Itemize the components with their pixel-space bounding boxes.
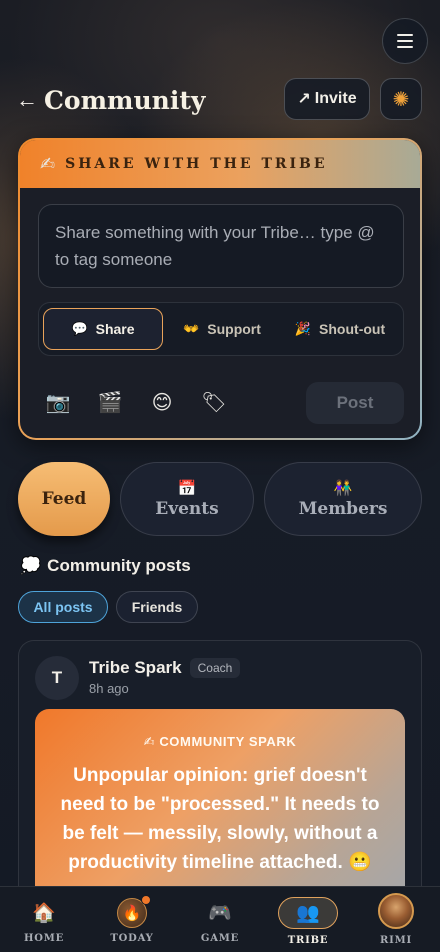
back-arrow-icon[interactable]: ←	[16, 87, 38, 113]
writing-hand-icon: ✍	[143, 734, 156, 749]
post-author: Tribe Spark Coach	[89, 658, 241, 678]
clapperboard-icon[interactable]: 🎬	[94, 386, 126, 418]
speech-bubble-icon: 💬	[71, 321, 88, 336]
filter-all-posts[interactable]: All posts	[18, 591, 108, 623]
share-card-header: ✍ SHARE WITH THE TRIBE	[20, 140, 420, 188]
thought-bubble-icon: 💭	[20, 556, 42, 575]
arrow-up-right-icon: ↗	[297, 91, 311, 108]
mode-support[interactable]: 👐 Support	[163, 308, 281, 350]
tab-feed[interactable]: Feed	[18, 462, 110, 536]
menu-button[interactable]	[382, 18, 428, 64]
rimi-avatar-icon	[378, 893, 414, 929]
sun-icon: ✺	[392, 88, 410, 111]
nav-game[interactable]: 🎮 GAME	[176, 887, 264, 952]
smile-icon[interactable]: 😊	[146, 386, 178, 418]
avatar[interactable]: T	[35, 656, 79, 700]
compose-input[interactable]: Share something with your Tribe… type @ …	[38, 204, 404, 288]
writing-hand-icon: ✍	[40, 153, 56, 174]
nav-home[interactable]: 🏠 HOME	[0, 887, 88, 952]
page-header: ← Community	[16, 80, 205, 120]
tab-label: Events	[155, 499, 219, 519]
hamburger-icon	[397, 34, 413, 48]
people-icon: 👫	[333, 479, 353, 497]
filter-friends[interactable]: Friends	[116, 591, 198, 623]
mode-share[interactable]: 💬 Share	[43, 308, 163, 350]
tab-label: Feed	[41, 489, 87, 509]
camera-icon[interactable]: 📷	[42, 386, 74, 418]
nav-label: HOME	[23, 933, 65, 944]
role-badge: Coach	[189, 658, 241, 678]
section-title: 💭 Community posts	[20, 556, 191, 576]
mode-label: Share	[95, 321, 135, 337]
nav-label: RIMI	[380, 935, 412, 946]
share-card-heading: SHARE WITH THE TRIBE	[65, 156, 328, 172]
post-button[interactable]: Post	[306, 382, 404, 424]
open-hands-icon: 👐	[183, 321, 200, 336]
party-popper-icon: 🎉	[294, 321, 312, 336]
nav-label: TRIBE	[287, 935, 329, 946]
share-card: ✍ SHARE WITH THE TRIBE Share something w…	[18, 138, 422, 440]
calendar-icon: 📅	[177, 479, 197, 497]
author-name[interactable]: Tribe Spark	[89, 658, 182, 678]
tag-icon[interactable]: 🏷	[198, 386, 230, 418]
nav-tribe[interactable]: 👥 TRIBE	[264, 887, 352, 952]
community-screen: ← Community ↗ Invite ✺ ✍ SHARE WITH THE …	[0, 0, 440, 952]
section-title-text: Community posts	[47, 556, 191, 575]
sun-button[interactable]: ✺	[380, 78, 422, 120]
nav-rimi[interactable]: RIMI	[352, 887, 440, 952]
page-title: Community	[44, 85, 206, 115]
post-timestamp: 8h ago	[89, 681, 129, 696]
bottom-nav: 🏠 HOME 🔥 TODAY 🎮 GAME 👥 TRIBE RIMI	[0, 886, 440, 952]
tab-label: Members	[298, 499, 388, 519]
nav-label: GAME	[200, 933, 240, 944]
tribe-icon: 👥	[278, 897, 338, 929]
notification-dot	[141, 895, 151, 905]
post-mode-selector: 💬 Share 👐 Support 🎉 Shout-out	[38, 302, 404, 356]
tab-members[interactable]: 👫 Members	[264, 462, 422, 536]
invite-button[interactable]: ↗ Invite	[284, 78, 370, 120]
invite-label: Invite	[314, 90, 357, 107]
mode-label: Support	[207, 321, 261, 337]
attachment-tools: 📷 🎬 😊 🏷	[42, 386, 230, 418]
nav-today[interactable]: 🔥 TODAY	[88, 887, 176, 952]
mode-shout-out[interactable]: 🎉 Shout-out	[281, 308, 399, 350]
nav-label: TODAY	[110, 933, 154, 944]
mode-label: Shout-out	[319, 321, 386, 337]
spark-text: Unpopular opinion: grief doesn't need to…	[60, 765, 380, 873]
spark-label-text: COMMUNITY SPARK	[159, 734, 297, 749]
gamepad-icon: 🎮	[208, 903, 232, 924]
tab-events[interactable]: 📅 Events	[120, 462, 254, 536]
spark-label: ✍ COMMUNITY SPARK	[35, 734, 405, 750]
home-icon: 🏠	[32, 903, 56, 924]
